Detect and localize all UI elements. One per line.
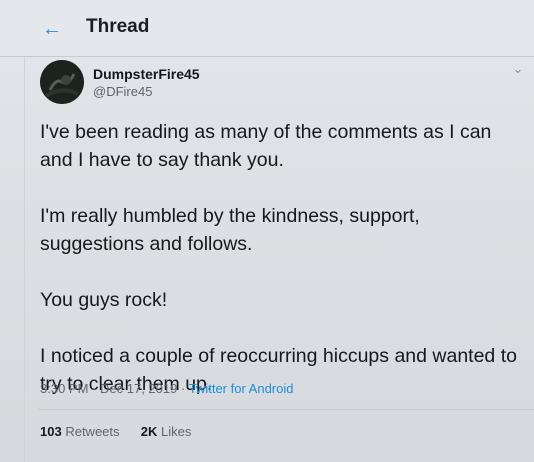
tweet-meta: 3:30 PM · Dec 17, 2019 · Twitter for And… xyxy=(40,381,294,396)
tweet-paragraph: I've been reading as many of the comment… xyxy=(40,121,492,171)
retweets-label: Retweets xyxy=(65,424,120,439)
retweets-count: 103 xyxy=(40,424,62,439)
tweet-paragraph: I'm really humbled by the kindness, supp… xyxy=(40,205,420,255)
likes-count: 2K xyxy=(140,424,158,439)
thread-header: ← Thread xyxy=(0,0,534,57)
divider xyxy=(38,409,534,410)
meta-separator: · xyxy=(180,381,186,396)
tweet-text: I've been reading as many of the comment… xyxy=(40,118,526,398)
likes-stat[interactable]: 2K Likes xyxy=(141,424,192,439)
avatar-image xyxy=(40,60,84,104)
tweet-time[interactable]: 3:30 PM xyxy=(40,381,88,396)
avatar[interactable] xyxy=(40,60,84,104)
display-name[interactable]: DumpsterFire45 xyxy=(93,66,200,82)
thread-screen: ← Thread DumpsterFire45 @DFire45 ⌄ I've … xyxy=(0,0,534,462)
back-button[interactable]: ← xyxy=(38,16,66,42)
likes-label: Likes xyxy=(161,424,192,439)
page-title: Thread xyxy=(86,16,150,37)
user-handle[interactable]: @DFire45 xyxy=(93,84,152,99)
arrow-left-icon: ← xyxy=(42,18,62,40)
chevron-down-icon: ⌄ xyxy=(512,61,524,76)
column-border xyxy=(24,56,25,462)
tweet-source-link[interactable]: Twitter for Android xyxy=(189,381,294,396)
meta-separator: · xyxy=(92,381,97,396)
tweet-stats: 103 Retweets 2K Likes xyxy=(40,424,191,439)
tweet-paragraph: You guys rock! xyxy=(40,289,168,311)
tweet-menu-button[interactable]: ⌄ xyxy=(508,60,528,78)
tweet-date[interactable]: Dec 17, 2019 xyxy=(100,381,177,396)
retweets-stat[interactable]: 103 Retweets xyxy=(40,424,123,439)
